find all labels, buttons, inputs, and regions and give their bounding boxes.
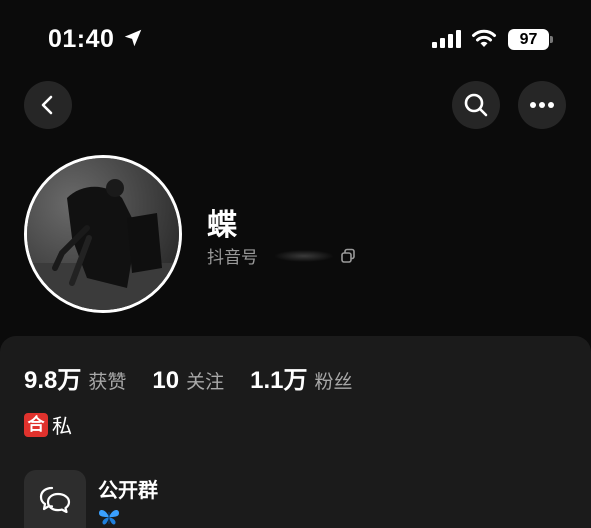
signal-icon xyxy=(432,30,461,48)
search-button[interactable] xyxy=(452,81,500,129)
back-chevron-icon xyxy=(41,95,53,115)
private-tag-row: 合 私 xyxy=(24,410,72,439)
stats-row: 9.8万 获赞 10 关注 1.1万 粉丝 xyxy=(24,360,379,395)
search-icon xyxy=(464,93,488,117)
battery-icon: 97 xyxy=(508,29,549,50)
stat-followers[interactable]: 1.1万 粉丝 xyxy=(250,360,352,395)
back-button[interactable] xyxy=(24,81,72,129)
group-title[interactable]: 公开群 xyxy=(98,474,158,503)
status-time: 01:40 xyxy=(48,25,115,53)
profile-name: 蝶 xyxy=(207,209,237,242)
stat-following-label: 关注 xyxy=(186,372,225,393)
stat-likes-value: 9.8万 xyxy=(24,367,82,394)
douyin-id-label: 抖音号 xyxy=(207,248,258,267)
stat-followers-label: 粉丝 xyxy=(314,372,353,393)
battery-nub xyxy=(550,36,553,43)
battery-level: 97 xyxy=(519,31,538,48)
stat-following-value: 10 xyxy=(152,367,180,394)
douyin-id-row: 抖音号 xyxy=(207,243,356,268)
avatar-photo xyxy=(27,158,179,310)
butterfly-icon xyxy=(99,509,119,525)
avatar[interactable] xyxy=(24,155,182,313)
douyin-id-value-blurred xyxy=(274,249,334,262)
more-button[interactable] xyxy=(518,81,566,129)
wifi-icon xyxy=(472,29,496,47)
stat-likes: 9.8万 获赞 xyxy=(24,360,126,395)
stat-following[interactable]: 10 关注 xyxy=(152,367,224,395)
he-badge-icon: 合 xyxy=(24,412,48,437)
location-arrow-icon xyxy=(124,29,142,47)
status-bar: 01:40 97 xyxy=(0,0,591,80)
copy-icon[interactable] xyxy=(340,248,356,264)
stat-followers-value: 1.1万 xyxy=(250,367,308,394)
more-dots-icon xyxy=(530,102,554,108)
chat-bubbles-icon xyxy=(39,486,71,513)
private-text: 私 xyxy=(52,416,72,438)
stat-likes-label: 获赞 xyxy=(88,372,127,393)
group-chat-button[interactable] xyxy=(24,470,86,528)
